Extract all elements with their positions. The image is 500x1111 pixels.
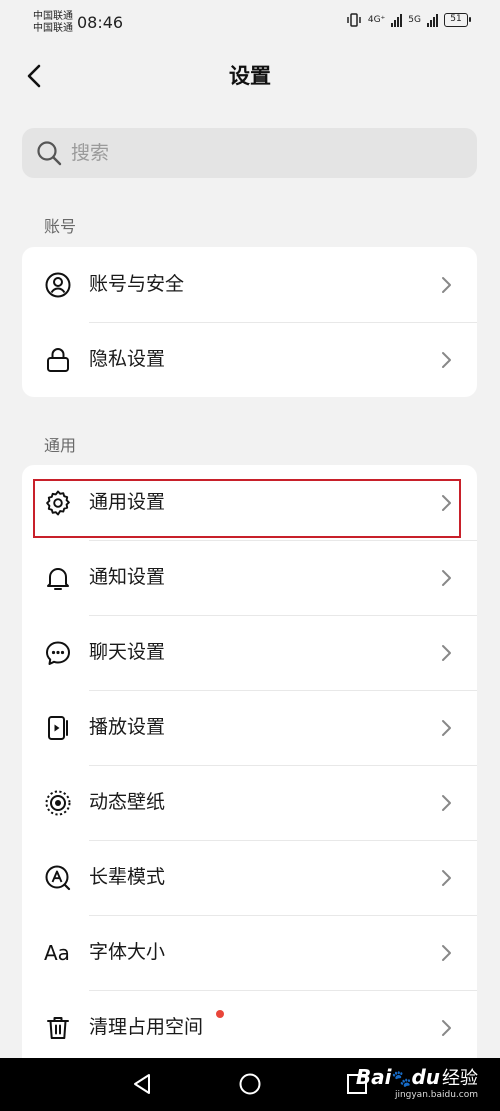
lock-icon [47,348,69,372]
settings-item-label: 账号与安全 [89,273,185,295]
carrier-2: 中国联通 [33,23,73,34]
notification-dot-badge [216,1010,224,1018]
signal-bars-1-icon [391,13,403,27]
network-label-2: 5G [408,15,421,25]
trash-icon [47,1017,69,1039]
home-circle-icon[interactable] [238,1072,262,1096]
status-bar: 中国联通 中国联通 08:46 4G⁺ 5G 51 [0,0,500,44]
search-bar[interactable] [22,128,477,178]
paw-icon: 🐾 [391,1069,412,1088]
nav-bar: 设置 [0,44,500,108]
gear-icon [46,490,70,516]
settings-item-chat[interactable]: 聊天设置 [22,615,477,690]
watermark-brand: Bai [355,1065,392,1089]
settings-item-label: 隐私设置 [89,348,166,370]
play-device-icon [48,716,68,740]
section-label-account: 账号 [44,217,77,236]
chevron-right-icon [442,945,451,961]
section-label-general: 通用 [44,436,77,455]
font-size-icon: Aa [44,941,70,965]
status-time: 08:46 [77,13,124,32]
chevron-right-icon [442,570,451,586]
settings-item-label: 长辈模式 [89,866,166,888]
settings-item-label: 清理占用空间 [89,1016,204,1038]
settings-item-account-security[interactable]: 账号与安全 [22,247,477,322]
settings-item-playback[interactable]: 播放设置 [22,690,477,765]
signal-bars-2-icon [427,13,438,27]
settings-item-general-settings[interactable]: 通用设置 [22,465,477,540]
settings-item-label: 聊天设置 [89,641,166,663]
settings-item-privacy[interactable]: 隐私设置 [22,322,477,397]
settings-item-notifications[interactable]: 通知设置 [22,540,477,615]
bell-icon [47,568,69,590]
settings-item-label: 播放设置 [89,716,166,738]
watermark-cn: 经验 [442,1068,478,1089]
carrier-labels: 中国联通 中国联通 [33,11,73,35]
live-wallpaper-icon [45,790,71,816]
watermark-brand-suffix: du [411,1065,440,1089]
chevron-right-icon [442,720,451,736]
chevron-right-icon [442,870,451,886]
carrier-1: 中国联通 [33,11,73,22]
page-title: 设置 [229,64,271,88]
account-card: 账号与安全 隐私设置 [22,247,477,397]
status-indicators: 4G⁺ 5G 51 [346,13,471,27]
general-card: 通用设置 通知设置 聊天设置 播放设置 动态壁纸 长辈模式 Aa 字体大小 清理… [22,465,477,1058]
back-triangle-icon[interactable] [130,1072,154,1096]
settings-screen: 中国联通 中国联通 08:46 4G⁺ 5G 51 设置 账号 [0,0,500,1111]
settings-item-label: 通用设置 [89,491,166,513]
settings-item-font-size[interactable]: Aa 字体大小 [22,915,477,990]
elder-mode-icon [45,865,71,891]
chevron-right-icon [442,495,451,511]
chevron-right-icon [442,795,451,811]
battery-level: 51 [450,14,462,24]
chevron-right-icon [442,277,451,293]
chevron-right-icon [442,645,451,661]
settings-item-elder-mode[interactable]: 长辈模式 [22,840,477,915]
vibrate-icon [347,13,361,27]
network-label-1: 4G⁺ [367,15,386,25]
settings-item-label: 动态壁纸 [89,791,166,813]
settings-item-label: 通知设置 [89,566,166,588]
chevron-right-icon [442,1020,451,1036]
settings-item-clear-storage[interactable]: 清理占用空间 [22,990,477,1058]
user-circle-icon [45,272,71,298]
baidu-jingyan-watermark: Bai🐾du 经验 jingyan.baidu.com [355,1064,478,1100]
watermark-url: jingyan.baidu.com [394,1090,478,1100]
search-input[interactable] [71,142,431,164]
search-icon [37,141,62,166]
chat-bubble-icon [46,641,70,665]
settings-item-label: 字体大小 [89,941,166,963]
chevron-right-icon [442,352,451,368]
battery-icon: 51 [444,13,471,27]
settings-item-live-wallpaper[interactable]: 动态壁纸 [22,765,477,840]
